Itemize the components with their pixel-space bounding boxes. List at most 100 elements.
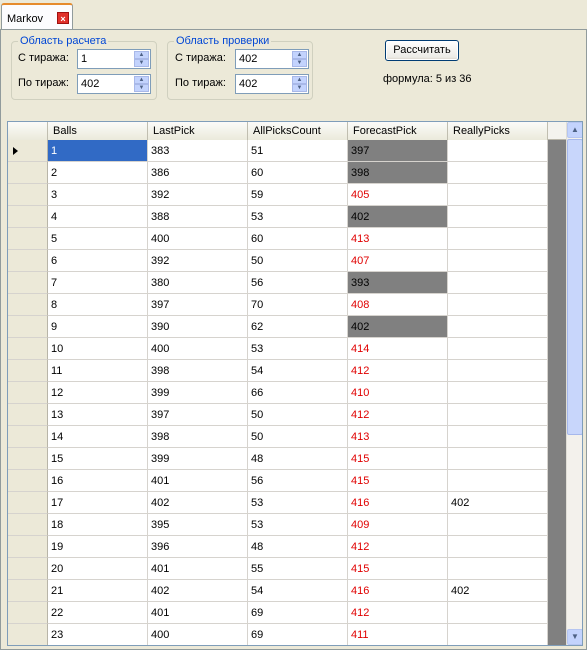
lastpick-cell[interactable]: 402 bbox=[148, 580, 248, 602]
balls-cell[interactable]: 2 bbox=[48, 162, 148, 184]
balls-cell[interactable]: 22 bbox=[48, 602, 148, 624]
scroll-up-icon[interactable]: ▲ bbox=[567, 122, 582, 138]
allpickscount-cell[interactable]: 55 bbox=[248, 558, 348, 580]
balls-cell[interactable]: 19 bbox=[48, 536, 148, 558]
table-row[interactable]: 21 402 54 416 402 bbox=[8, 580, 566, 602]
lastpick-cell[interactable]: 398 bbox=[148, 426, 248, 448]
allpickscount-cell[interactable]: 69 bbox=[248, 602, 348, 624]
row-header[interactable] bbox=[8, 338, 48, 360]
row-header[interactable] bbox=[8, 492, 48, 514]
table-row[interactable]: 2 386 60 398 bbox=[8, 162, 566, 184]
table-row[interactable]: 6 392 50 407 bbox=[8, 250, 566, 272]
reallypicks-cell[interactable]: 402 bbox=[448, 492, 548, 514]
column-header-lastpick[interactable]: LastPick bbox=[148, 122, 248, 140]
balls-cell[interactable]: 6 bbox=[48, 250, 148, 272]
reallypicks-cell[interactable] bbox=[448, 140, 548, 162]
reallypicks-cell[interactable] bbox=[448, 426, 548, 448]
forecastpick-cell[interactable]: 416 bbox=[348, 492, 448, 514]
lastpick-cell[interactable]: 400 bbox=[148, 228, 248, 250]
table-row[interactable]: 22 401 69 412 bbox=[8, 602, 566, 624]
close-icon[interactable]: × bbox=[57, 12, 69, 24]
row-header[interactable] bbox=[8, 382, 48, 404]
reallypicks-cell[interactable] bbox=[448, 228, 548, 250]
reallypicks-cell[interactable] bbox=[448, 162, 548, 184]
lastpick-cell[interactable]: 397 bbox=[148, 404, 248, 426]
row-header[interactable] bbox=[8, 228, 48, 250]
balls-cell[interactable]: 12 bbox=[48, 382, 148, 404]
table-row[interactable]: 20 401 55 415 bbox=[8, 558, 566, 580]
lastpick-cell[interactable]: 388 bbox=[148, 206, 248, 228]
table-row[interactable]: 10 400 53 414 bbox=[8, 338, 566, 360]
row-header[interactable] bbox=[8, 316, 48, 338]
allpickscount-cell[interactable]: 53 bbox=[248, 206, 348, 228]
forecastpick-cell[interactable]: 413 bbox=[348, 426, 448, 448]
balls-cell[interactable]: 5 bbox=[48, 228, 148, 250]
table-row[interactable]: 9 390 62 402 bbox=[8, 316, 566, 338]
reallypicks-cell[interactable] bbox=[448, 624, 548, 645]
balls-cell[interactable]: 4 bbox=[48, 206, 148, 228]
forecastpick-cell[interactable]: 413 bbox=[348, 228, 448, 250]
table-row[interactable]: 13 397 50 412 bbox=[8, 404, 566, 426]
table-row[interactable]: 15 399 48 415 bbox=[8, 448, 566, 470]
reallypicks-cell[interactable] bbox=[448, 338, 548, 360]
table-row[interactable]: 7 380 56 393 bbox=[8, 272, 566, 294]
balls-cell[interactable]: 23 bbox=[48, 624, 148, 645]
scroll-thumb[interactable] bbox=[567, 139, 582, 435]
allpickscount-cell[interactable]: 51 bbox=[248, 140, 348, 162]
table-row[interactable]: 5 400 60 413 bbox=[8, 228, 566, 250]
forecastpick-cell[interactable]: 402 bbox=[348, 206, 448, 228]
lastpick-cell[interactable]: 395 bbox=[148, 514, 248, 536]
allpickscount-cell[interactable]: 56 bbox=[248, 272, 348, 294]
column-header-reallypicks[interactable]: ReallyPicks bbox=[448, 122, 548, 140]
balls-cell[interactable]: 20 bbox=[48, 558, 148, 580]
balls-cell[interactable]: 17 bbox=[48, 492, 148, 514]
lastpick-cell[interactable]: 400 bbox=[148, 338, 248, 360]
row-header[interactable] bbox=[8, 470, 48, 492]
spin-up-icon[interactable]: ▲ bbox=[292, 76, 307, 84]
forecastpick-cell[interactable]: 410 bbox=[348, 382, 448, 404]
scroll-down-icon[interactable]: ▼ bbox=[567, 629, 582, 645]
lastpick-cell[interactable]: 401 bbox=[148, 470, 248, 492]
reallypicks-cell[interactable] bbox=[448, 184, 548, 206]
allpickscount-cell[interactable]: 53 bbox=[248, 514, 348, 536]
forecastpick-cell[interactable]: 416 bbox=[348, 580, 448, 602]
table-row[interactable]: 3 392 59 405 bbox=[8, 184, 566, 206]
row-header[interactable] bbox=[8, 624, 48, 645]
forecastpick-cell[interactable]: 415 bbox=[348, 470, 448, 492]
row-header[interactable] bbox=[8, 536, 48, 558]
balls-cell[interactable]: 8 bbox=[48, 294, 148, 316]
balls-cell[interactable]: 21 bbox=[48, 580, 148, 602]
forecastpick-cell[interactable]: 414 bbox=[348, 338, 448, 360]
row-header[interactable] bbox=[8, 162, 48, 184]
allpickscount-cell[interactable]: 50 bbox=[248, 426, 348, 448]
row-header[interactable] bbox=[8, 294, 48, 316]
forecastpick-cell[interactable]: 393 bbox=[348, 272, 448, 294]
row-header[interactable] bbox=[8, 558, 48, 580]
calc-from-stepper[interactable]: 1 ▲ ▼ bbox=[77, 49, 151, 69]
row-header[interactable] bbox=[8, 250, 48, 272]
reallypicks-cell[interactable]: 402 bbox=[448, 580, 548, 602]
reallypicks-cell[interactable] bbox=[448, 360, 548, 382]
forecastpick-cell[interactable]: 412 bbox=[348, 404, 448, 426]
forecastpick-cell[interactable]: 412 bbox=[348, 360, 448, 382]
row-header[interactable] bbox=[8, 580, 48, 602]
reallypicks-cell[interactable] bbox=[448, 536, 548, 558]
balls-cell[interactable]: 10 bbox=[48, 338, 148, 360]
column-header-allpickscount[interactable]: AllPicksCount bbox=[248, 122, 348, 140]
table-row[interactable]: 11 398 54 412 bbox=[8, 360, 566, 382]
lastpick-cell[interactable]: 396 bbox=[148, 536, 248, 558]
spin-up-icon[interactable]: ▲ bbox=[134, 51, 149, 59]
balls-cell[interactable]: 16 bbox=[48, 470, 148, 492]
row-header[interactable] bbox=[8, 602, 48, 624]
lastpick-cell[interactable]: 392 bbox=[148, 250, 248, 272]
lastpick-cell[interactable]: 400 bbox=[148, 624, 248, 645]
spin-up-icon[interactable]: ▲ bbox=[292, 51, 307, 59]
forecastpick-cell[interactable]: 402 bbox=[348, 316, 448, 338]
table-row[interactable]: 23 400 69 411 bbox=[8, 624, 566, 645]
lastpick-cell[interactable]: 397 bbox=[148, 294, 248, 316]
forecastpick-cell[interactable]: 405 bbox=[348, 184, 448, 206]
balls-cell[interactable]: 9 bbox=[48, 316, 148, 338]
calculate-button[interactable]: Рассчитать bbox=[385, 40, 459, 61]
table-row[interactable]: 18 395 53 409 bbox=[8, 514, 566, 536]
spin-down-icon[interactable]: ▼ bbox=[292, 59, 307, 67]
